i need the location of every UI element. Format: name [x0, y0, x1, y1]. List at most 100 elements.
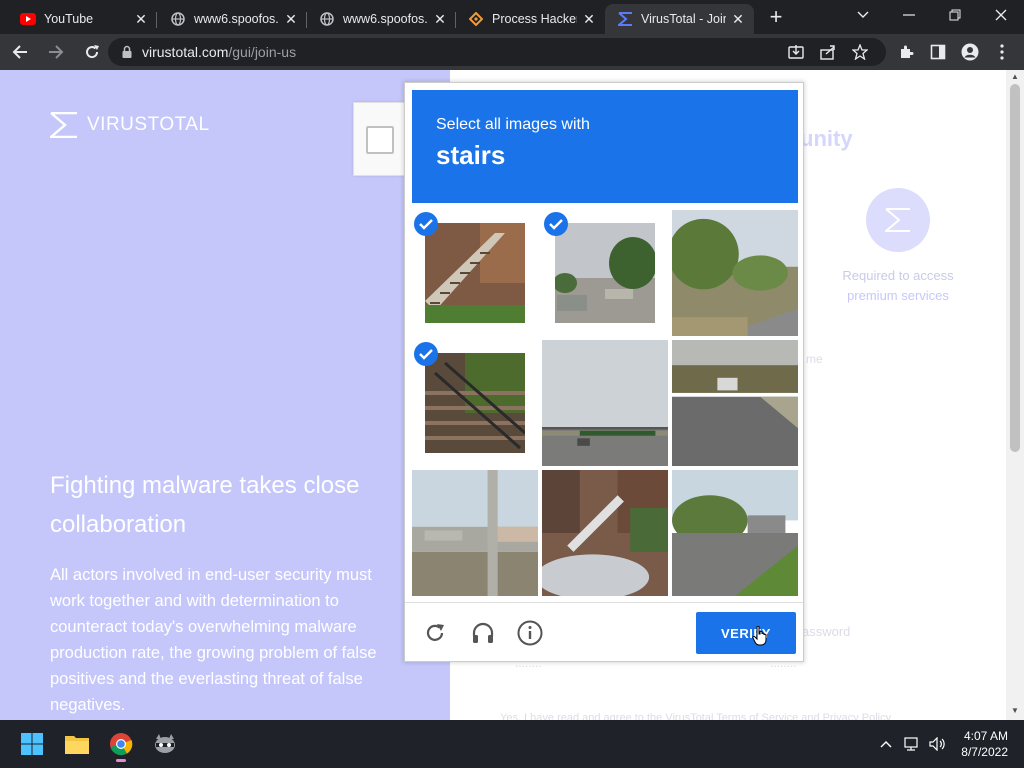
captcha-footer: VERIFY — [405, 602, 803, 662]
captcha-tile-stairs-house-car[interactable] — [542, 470, 668, 596]
clock-date: 8/7/2022 — [961, 745, 1008, 759]
close-tab-icon[interactable]: ✕ — [133, 11, 149, 27]
premium-note-line1: Required to access — [842, 268, 954, 283]
scroll-down-icon[interactable]: ▼ — [1010, 706, 1020, 716]
captcha-tile-pole-intersection[interactable] — [412, 470, 538, 596]
share-icon[interactable] — [812, 44, 844, 60]
captcha-checkbox-widget — [353, 102, 407, 176]
url-host: virustotal.com — [142, 44, 229, 60]
clock[interactable]: 4:07 AM 8/7/2022 — [961, 728, 1008, 760]
menu-kebab-icon[interactable] — [986, 38, 1018, 66]
community-heading: unity — [800, 126, 853, 151]
globe-icon — [170, 11, 186, 27]
arrow-right-icon — [49, 45, 64, 59]
profile-icon[interactable] — [954, 38, 986, 66]
info-icon[interactable] — [516, 619, 544, 647]
virustotal-logo[interactable]: VIRUSTOTAL — [50, 112, 210, 138]
captcha-tile-road-car[interactable] — [672, 340, 798, 466]
folder-icon — [65, 736, 89, 754]
hero-heading: Fighting malware takes close collaborati… — [50, 472, 360, 538]
close-tab-icon[interactable]: ✕ — [581, 11, 597, 27]
premium-note: Required to access premium services — [832, 266, 964, 306]
close-icon — [995, 9, 1007, 21]
name-field-label: me — [806, 352, 823, 366]
premium-note-line2: premium services — [847, 288, 949, 303]
lock-icon — [122, 45, 132, 58]
restore-button[interactable] — [932, 0, 978, 30]
minimize-button[interactable] — [886, 0, 932, 30]
close-tab-icon[interactable]: ✕ — [432, 11, 448, 27]
side-panel-icon[interactable] — [922, 38, 954, 66]
verify-button[interactable]: VERIFY — [696, 612, 796, 654]
virustotal-logo-icon — [50, 112, 77, 138]
captcha-challenge: Select all images with stairs VERIFY — [404, 82, 804, 662]
raccoon-icon — [155, 734, 175, 753]
install-app-icon[interactable] — [780, 44, 812, 60]
tab-youtube[interactable]: YouTube ✕ — [8, 4, 157, 34]
captcha-prompt: Select all images with stairs — [412, 90, 798, 203]
tab-virustotal[interactable]: VirusTotal - Join ✕ — [605, 4, 754, 34]
url-path: /gui/join-us — [228, 44, 297, 60]
virustotal-icon — [617, 11, 633, 27]
raccoon-app-button[interactable] — [147, 726, 183, 762]
extensions-icon[interactable] — [890, 38, 922, 66]
captcha-checkbox[interactable] — [366, 126, 394, 154]
chevron-down-icon — [857, 11, 869, 18]
selected-check-icon — [544, 212, 568, 236]
windows-icon — [21, 733, 43, 755]
network-icon[interactable] — [899, 737, 925, 751]
selected-check-icon — [414, 212, 438, 236]
tab-strip: YouTube ✕ www6.spoofos.c ✕ www6.spoofos.… — [0, 0, 1024, 34]
tab-title: www6.spoofos.c — [343, 12, 428, 26]
selected-check-icon — [414, 342, 438, 366]
tab-spoofos-2[interactable]: www6.spoofos.c ✕ — [307, 4, 456, 34]
globe-icon — [319, 11, 335, 27]
close-tab-icon[interactable]: ✕ — [730, 11, 746, 27]
address-bar[interactable]: virustotal.com /gui/join-us — [108, 38, 886, 66]
back-button[interactable] — [4, 38, 36, 66]
restore-icon — [949, 9, 961, 21]
captcha-tile-street-trees[interactable] — [542, 210, 668, 336]
captcha-tile-roundabout-road[interactable] — [672, 470, 798, 596]
hand-pointer-icon — [752, 626, 767, 646]
reload-button[interactable] — [76, 38, 108, 66]
new-tab-button[interactable]: + — [762, 6, 790, 30]
tab-title: YouTube — [44, 12, 94, 26]
password-field-label: assword — [802, 624, 851, 639]
tab-spoofos-1[interactable]: www6.spoofos.c ✕ — [158, 4, 307, 34]
captcha-target: stairs — [436, 140, 506, 170]
captcha-tile-palm-trees-road[interactable] — [672, 210, 798, 336]
process-hacker-icon — [468, 11, 484, 27]
tab-title: Process Hacker — [492, 12, 577, 26]
close-tab-icon[interactable]: ✕ — [283, 11, 299, 27]
chrome-icon — [110, 733, 133, 756]
taskbar: 4:07 AM 8/7/2022 — [0, 720, 1024, 768]
close-window-button[interactable] — [978, 0, 1024, 30]
tab-process-hacker[interactable]: Process Hacker ✕ — [456, 4, 605, 34]
start-button[interactable] — [14, 726, 50, 762]
file-explorer-button[interactable] — [59, 726, 95, 762]
reload-icon — [86, 45, 99, 59]
captcha-tile-highway-sign[interactable] — [542, 340, 668, 466]
captcha-tile-stairs-building[interactable] — [412, 210, 538, 336]
tab-title: www6.spoofos.c — [194, 12, 279, 26]
reload-challenge-icon[interactable] — [421, 619, 449, 647]
tab-title: VirusTotal - Join — [641, 12, 726, 26]
chevron-up-icon[interactable] — [873, 740, 899, 748]
hero-body: All actors involved in end-user security… — [50, 566, 377, 714]
volume-icon[interactable] — [925, 737, 951, 751]
scroll-up-icon[interactable]: ▲ — [1010, 72, 1020, 82]
minimize-icon — [903, 14, 915, 16]
browser-toolbar: virustotal.com /gui/join-us — [0, 34, 1024, 70]
audio-challenge-icon[interactable] — [469, 619, 497, 647]
bookmark-star-icon[interactable] — [844, 44, 876, 60]
forward-button[interactable] — [40, 38, 72, 66]
premium-sigma-icon — [866, 188, 930, 252]
tab-search-button[interactable] — [840, 0, 886, 30]
scrollbar-thumb[interactable] — [1010, 84, 1020, 452]
captcha-tile-stairs-railing[interactable] — [412, 340, 538, 466]
clock-time: 4:07 AM — [963, 729, 1008, 743]
captcha-instruction: Select all images with — [436, 116, 590, 133]
page-scrollbar[interactable]: ▲ ▼ — [1006, 70, 1024, 720]
chrome-taskbar-button[interactable] — [103, 726, 139, 762]
